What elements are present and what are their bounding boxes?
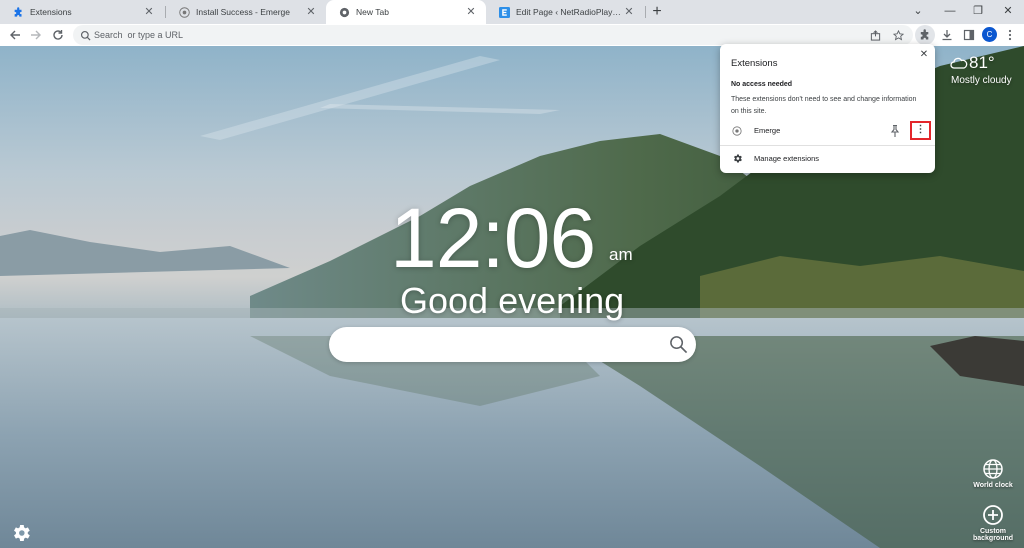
extension-row-emerge[interactable]: Emerge ⋮ (720, 121, 935, 140)
plus-circle-icon (983, 505, 1003, 525)
gear-icon (734, 154, 742, 163)
puzzle-icon (12, 6, 24, 18)
weather-temperature: 81° (969, 53, 995, 72)
restore-button[interactable]: ❐ (962, 0, 994, 24)
extensions-button[interactable] (915, 25, 935, 45)
letter-e-icon (498, 6, 510, 18)
weather-condition: Mostly cloudy (951, 75, 1012, 86)
clock-time: 12:06 (390, 191, 596, 285)
extension-more-options-button[interactable]: ⋮ (910, 121, 931, 140)
omnibox-input[interactable] (94, 25, 854, 45)
puzzle-icon (920, 29, 929, 40)
tab-new-tab[interactable]: New Tab ✕ (326, 0, 486, 24)
download-icon (942, 30, 952, 41)
tab-install-success[interactable]: Install Success - Emerge ✕ (166, 0, 326, 24)
popup-divider (720, 145, 935, 146)
bookmark-star-icon[interactable] (890, 27, 906, 43)
pin-icon[interactable] (889, 124, 901, 138)
extension-name: Emerge (754, 126, 781, 135)
tab-close-icon[interactable]: ✕ (464, 5, 478, 19)
side-panel-icon (963, 29, 975, 41)
tab-close-icon[interactable]: ✕ (142, 5, 156, 19)
manage-extensions-label: Manage extensions (754, 154, 820, 163)
popup-title: Extensions (731, 58, 778, 69)
tab-extensions[interactable]: Extensions ✕ (0, 0, 164, 24)
emerge-icon (732, 126, 742, 136)
toolbar (0, 24, 1024, 46)
newtab-icon (338, 6, 350, 18)
ntp-search-box[interactable] (329, 327, 696, 362)
emerge-icon (178, 6, 190, 18)
custom-background-button[interactable]: Custom background (966, 504, 1020, 542)
tab-close-icon[interactable]: ✕ (304, 5, 318, 19)
section-heading: No access needed (731, 81, 793, 88)
chrome-menu-button[interactable] (1000, 25, 1020, 45)
search-icon[interactable] (669, 335, 688, 354)
greeting: Good evening (400, 280, 625, 321)
tab-edit-page[interactable]: Edit Page ‹ NetRadioPlayer — W ✕ (486, 0, 644, 24)
world-clock-label: World clock (973, 482, 1013, 489)
tab-title: Extensions (30, 7, 72, 17)
clock-ampm: am (609, 245, 633, 264)
new-tab-button[interactable]: + (648, 3, 666, 21)
back-arrow-icon (10, 30, 20, 40)
ntp-search-input[interactable] (345, 327, 665, 362)
manage-extensions-button[interactable]: Manage extensions (720, 151, 935, 167)
extensions-popup: Extensions ✕ No access needed These exte… (720, 44, 935, 173)
forward-arrow-icon (31, 30, 41, 40)
side-panel-button[interactable] (959, 25, 979, 45)
cloud-icon (950, 57, 968, 69)
tab-title: Install Success - Emerge (196, 7, 291, 17)
google-g-icon (77, 27, 93, 43)
tab-strip: Extensions ✕ Install Success - Emerge ✕ … (0, 0, 1024, 24)
back-button[interactable] (5, 25, 25, 45)
settings-gear-icon[interactable] (10, 522, 32, 544)
reload-button[interactable] (48, 25, 68, 45)
tab-search-button[interactable]: ⌄ (902, 0, 934, 24)
close-window-button[interactable]: ✕ (992, 0, 1024, 24)
tab-title: New Tab (356, 7, 389, 17)
world-clock-button[interactable]: World clock (970, 458, 1016, 489)
forward-button[interactable] (26, 25, 46, 45)
section-description: These extensions don't need to see and c… (731, 96, 917, 115)
omnibox[interactable] (73, 25, 913, 45)
tab-close-icon[interactable]: ✕ (622, 5, 636, 19)
profile-avatar[interactable]: C (982, 27, 997, 42)
kebab-menu-icon (1008, 29, 1012, 41)
popup-close-icon[interactable]: ✕ (918, 49, 930, 61)
globe-icon (983, 459, 1003, 479)
downloads-button[interactable] (937, 25, 957, 45)
reload-icon (53, 30, 63, 40)
tab-title: Edit Page ‹ NetRadioPlayer — W (516, 7, 622, 17)
share-icon[interactable] (867, 27, 883, 43)
custom-background-label: Custom background (972, 528, 1014, 542)
tab-separator (645, 6, 646, 18)
